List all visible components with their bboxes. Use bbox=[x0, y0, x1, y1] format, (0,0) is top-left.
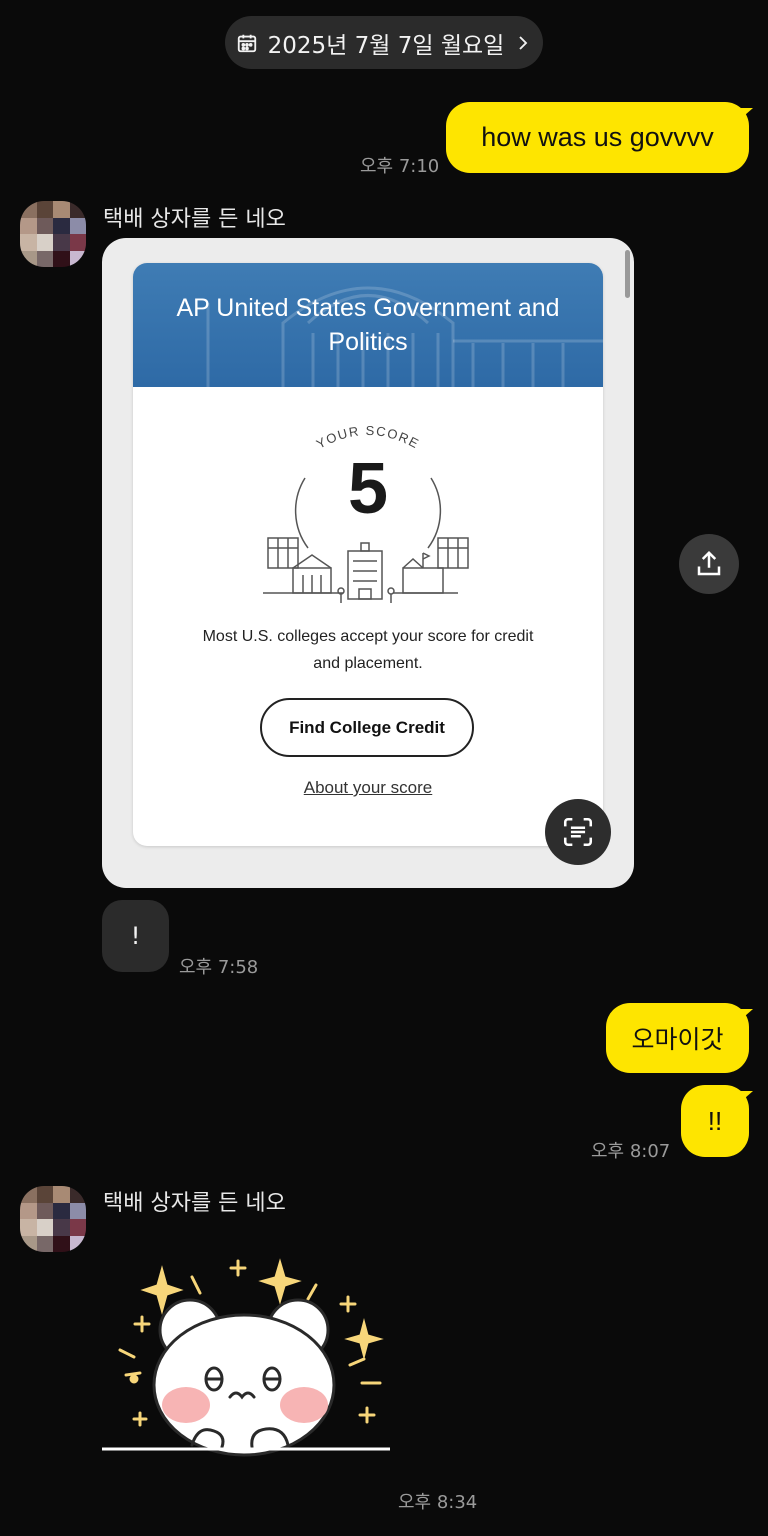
image-message[interactable]: AP United States Government and Politics… bbox=[102, 238, 634, 888]
outgoing-message-bubble[interactable]: 오마이갓 bbox=[606, 1003, 749, 1073]
message-text: ! bbox=[130, 922, 141, 950]
scrollbar[interactable] bbox=[625, 250, 630, 298]
message-text: !! bbox=[707, 1105, 723, 1136]
date-divider[interactable]: 2025년 7월 7일 월요일 bbox=[225, 16, 543, 69]
chevron-right-icon bbox=[519, 35, 528, 50]
score-value: 5 bbox=[347, 449, 389, 529]
incoming-message-bubble[interactable]: ! bbox=[102, 900, 169, 972]
text-scan-button[interactable] bbox=[545, 799, 611, 865]
about-score-link[interactable]: About your score bbox=[268, 778, 468, 798]
message-timestamp: 오후 7:10 bbox=[360, 156, 440, 177]
message-text: how was us govvvv bbox=[481, 122, 714, 152]
calendar-icon bbox=[237, 34, 256, 52]
avatar[interactable] bbox=[20, 201, 86, 267]
sender-name: 택배 상자를 든 네오 bbox=[103, 207, 286, 232]
message-timestamp: 오후 8:34 bbox=[398, 1492, 478, 1513]
share-button[interactable] bbox=[679, 534, 739, 594]
sparkling-bear-sticker[interactable] bbox=[102, 1255, 392, 1460]
share-icon bbox=[697, 550, 721, 576]
outgoing-message-bubble[interactable]: how was us govvvv bbox=[446, 102, 749, 173]
outgoing-message-bubble[interactable]: !! bbox=[681, 1085, 749, 1157]
campus-buildings-illustration bbox=[263, 537, 469, 603]
avatar[interactable] bbox=[20, 1186, 86, 1252]
score-description: Most U.S. colleges accept your score for… bbox=[202, 628, 534, 672]
message-text: 오마이갓 bbox=[631, 1026, 724, 1054]
ap-course-title: AP United States Government and Politics bbox=[176, 294, 560, 356]
ap-score-card: AP United States Government and Politics… bbox=[133, 263, 603, 846]
ap-header: AP United States Government and Politics bbox=[133, 263, 603, 387]
text-scan-icon bbox=[563, 817, 593, 847]
find-college-credit-button[interactable]: Find College Credit bbox=[260, 698, 474, 757]
sender-name: 택배 상자를 든 네오 bbox=[103, 1191, 286, 1216]
message-timestamp: 오후 8:07 bbox=[591, 1141, 671, 1162]
message-timestamp: 오후 7:58 bbox=[179, 957, 259, 978]
date-label: 2025년 7월 7일 월요일 bbox=[267, 32, 505, 59]
